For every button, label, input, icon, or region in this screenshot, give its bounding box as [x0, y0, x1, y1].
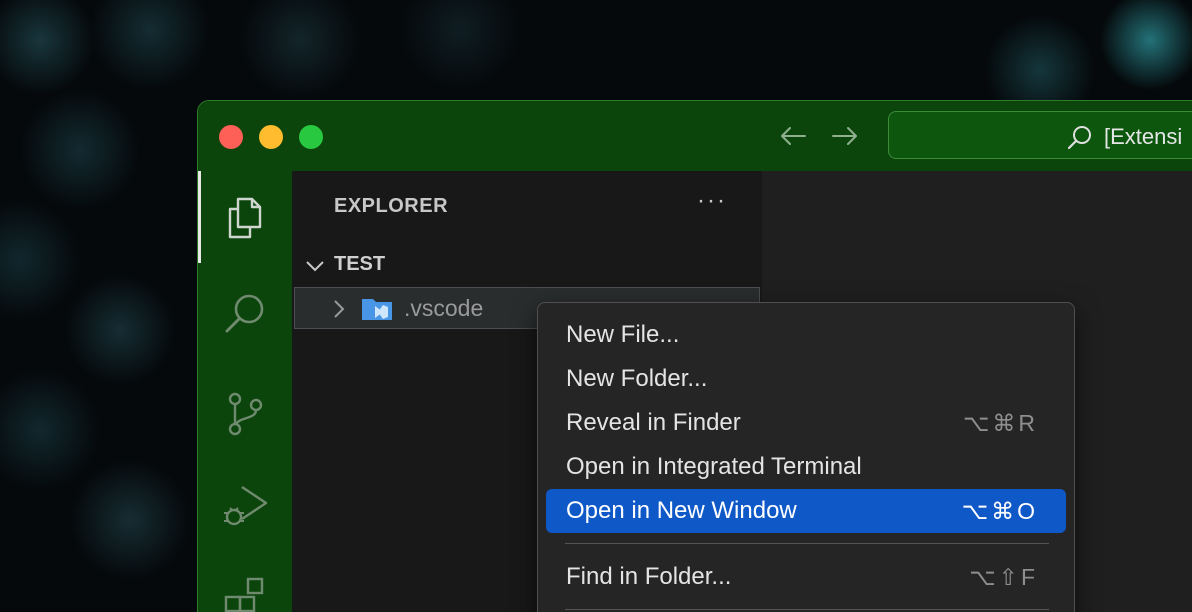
- menu-item-shortcut: ⌥⌘O: [961, 498, 1038, 524]
- folder-section-header[interactable]: TEST: [292, 243, 942, 287]
- menu-item-new-file[interactable]: New File...: [546, 313, 1066, 357]
- files-icon[interactable]: [220, 193, 270, 243]
- search-icon[interactable]: [220, 289, 270, 339]
- more-actions-button[interactable]: ···: [697, 187, 727, 215]
- menu-item-find-in-folder[interactable]: Find in Folder... ⌥⇧F: [546, 555, 1066, 599]
- menu-separator: [565, 543, 1049, 544]
- extensions-icon[interactable]: [220, 573, 270, 612]
- menu-item-label: Open in New Window: [566, 497, 797, 524]
- menu-item-label: New File...: [566, 321, 680, 348]
- active-view-indicator: [198, 171, 201, 263]
- chevron-right-icon: [334, 300, 345, 318]
- zoom-window-button[interactable]: [299, 125, 323, 149]
- activity-bar: [198, 171, 292, 612]
- command-center-label: [Extensi: [1104, 124, 1183, 149]
- title-bar: [Extensi: [198, 101, 1192, 171]
- source-control-icon[interactable]: [220, 389, 270, 439]
- folder-section-label: TEST: [334, 253, 386, 275]
- minimize-window-button[interactable]: [259, 125, 283, 149]
- explorer-title: EXPLORER: [334, 195, 449, 217]
- arrow-left-icon: [781, 127, 806, 145]
- context-menu: New File... New Folder... Reveal in Find…: [537, 302, 1075, 612]
- search-icon: [1067, 126, 1091, 150]
- run-debug-icon[interactable]: [220, 481, 270, 531]
- tree-item-label: .vscode: [404, 295, 484, 321]
- forward-button[interactable]: [829, 121, 861, 151]
- command-center-search[interactable]: [Extensi: [888, 111, 1192, 159]
- menu-item-label: New Folder...: [566, 365, 708, 392]
- menu-item-label: Find in Folder...: [566, 563, 732, 590]
- vscode-folder-icon: [362, 299, 392, 320]
- chevron-down-icon: [306, 261, 324, 272]
- menu-item-open-in-terminal[interactable]: Open in Integrated Terminal: [546, 445, 1066, 489]
- menu-item-shortcut: ⌥⇧F: [969, 564, 1038, 590]
- menu-item-open-in-new-window[interactable]: Open in New Window ⌥⌘O: [546, 489, 1066, 533]
- close-window-button[interactable]: [219, 125, 243, 149]
- menu-separator: [565, 609, 1049, 610]
- menu-item-reveal-in-finder[interactable]: Reveal in Finder ⌥⌘R: [546, 401, 1066, 445]
- menu-item-shortcut: ⌥⌘R: [962, 410, 1038, 436]
- menu-item-new-folder[interactable]: New Folder...: [546, 357, 1066, 401]
- menu-item-label: Reveal in Finder: [566, 409, 741, 436]
- menu-item-label: Open in Integrated Terminal: [566, 453, 862, 480]
- arrow-right-icon: [832, 127, 857, 145]
- back-button[interactable]: [777, 121, 809, 151]
